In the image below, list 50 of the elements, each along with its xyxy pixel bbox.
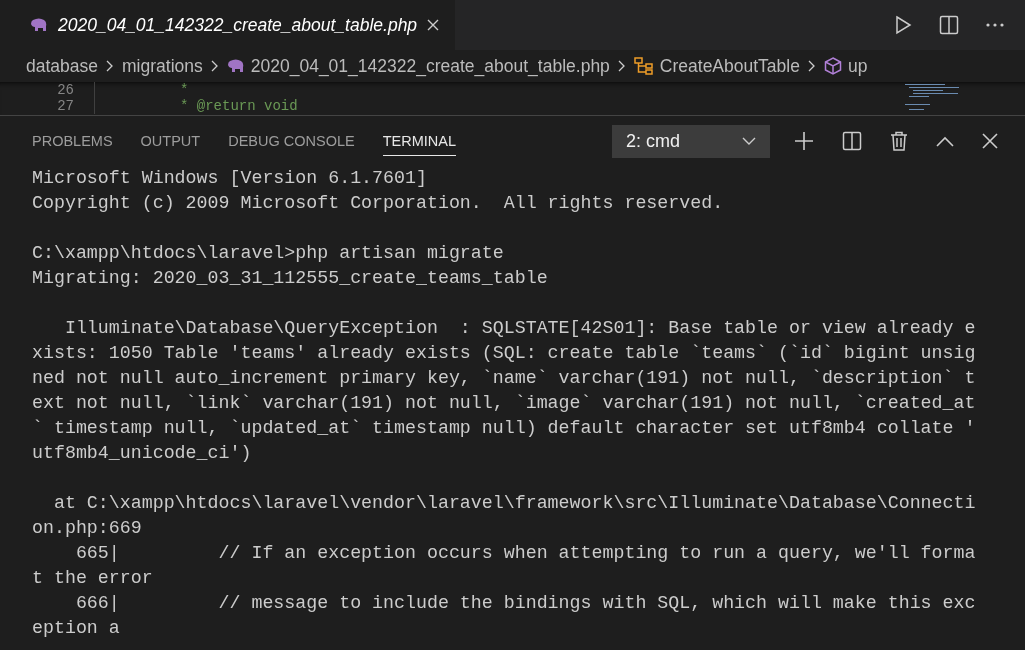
breadcrumb-item[interactable]: 2020_04_01_142322_create_about_table.php [250,55,610,77]
chevron-up-icon[interactable] [936,135,954,147]
terminal-line: on.php:669 [32,517,143,540]
terminal-line: at C:\xampp\htdocs\laravel\vendor\laravel\framework\src\Illuminate\Database\Connecti [52,492,977,515]
elephant-icon [30,18,48,32]
plus-icon[interactable] [794,131,814,151]
chevron-icon [617,60,626,72]
trash-icon[interactable] [890,131,908,151]
panel-tab[interactable]: PROBLEMS [32,126,113,156]
terminal-line: Migrating: 2020_03_31_112555_create_teams_table [32,267,549,290]
breadcrumb-item[interactable]: database [26,55,98,77]
split-terminal-icon[interactable] [842,131,862,151]
panel-tab[interactable]: DEBUG CONSOLE [228,126,355,156]
code-line: * [179,82,189,98]
panel-tab[interactable]: TERMINAL [382,126,457,156]
play-icon[interactable] [893,15,913,35]
close-icon[interactable] [427,19,440,31]
terminal-dropdown[interactable]: 2: cmd [612,124,770,158]
terminal-line: t the error [32,567,154,590]
chevron-down-icon [742,137,756,145]
cube-icon [823,57,842,75]
chevron-icon [210,60,219,72]
terminal-line: C:\xampp\htdocs\laravel>php artisan migrate [32,242,505,265]
chevron-icon [106,60,114,72]
breadcrumb-item[interactable]: CreateAboutTable [659,55,800,77]
terminal-line: xists: 1050 Table 'teams' already exists (SQL: create table `teams` (`id` bigint unsig [32,342,977,365]
line-number: 27 [0,98,95,114]
terminal-line: ext not null, `link` varchar(191) not null, `image` varchar(191) not null, `created_at [32,392,977,415]
close-icon[interactable] [982,133,998,149]
terminal-line: eption a [32,617,121,640]
elephant-icon [226,59,245,73]
editor-tab[interactable]: 2020_04_01_142322_create_about_table.php [0,0,456,50]
split-editor-icon[interactable] [939,15,959,35]
class-icon [633,57,654,75]
terminal-line: ` timestamp null, `updated_at` timestamp null) default character set utf8mb4 collate ' [32,417,977,440]
terminal-line: 666| // message to include the bindings with SQL, which will make this exc [74,592,977,615]
terminal-line: Microsoft Windows [Version 6.1.7601] [32,167,428,190]
line-number: 26 [0,82,95,98]
terminal-line: Illuminate\Database\QueryException : SQLSTATE[42S01]: Base table or view already e [63,317,977,340]
panel-tab[interactable]: OUTPUT [140,126,201,156]
terminal-line: Copyright (c) 2009 Microsoft Corporation. All rights reserved. [32,192,725,215]
breadcrumb-item[interactable]: up [847,55,868,77]
terminal-line: utf8mb4_unicode_ci') [32,442,253,465]
more-icon[interactable] [985,22,1005,28]
breadcrumb-item[interactable]: migrations [122,55,203,77]
minimap-drawing [905,84,959,110]
code-line: * @return void [179,98,298,114]
terminal-line: 665| // If an exception occurs when attempting to run a query, we'll forma [74,542,977,565]
chevron-icon [807,60,816,72]
terminal-line: ned not null auto_increment primary key, `name` varchar(191) not null, `description` t [32,367,977,390]
